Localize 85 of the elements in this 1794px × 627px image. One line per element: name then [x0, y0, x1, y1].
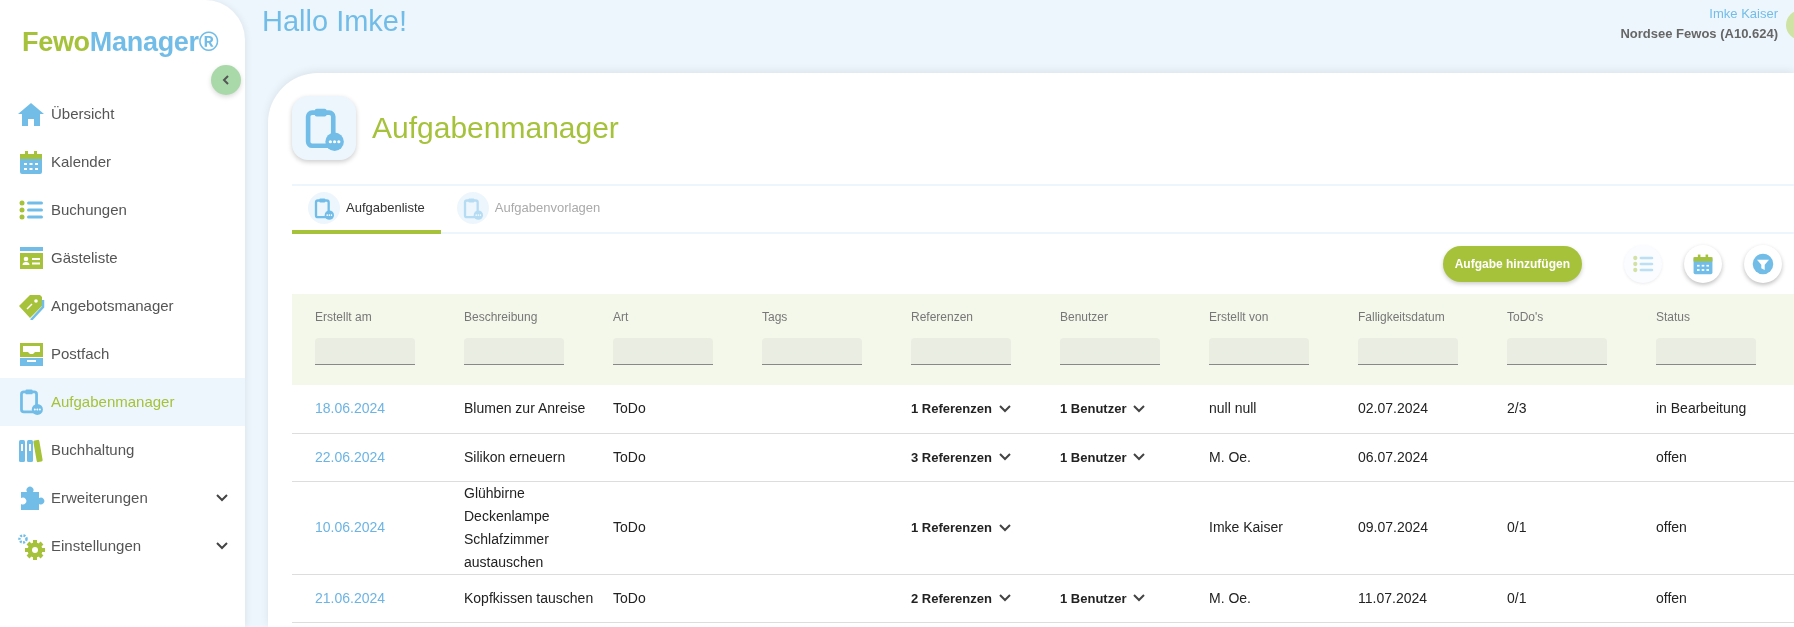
sidebar-item[interactable]: Angebotsmanager	[0, 282, 245, 330]
column-header: Falligkeitsdatum	[1358, 309, 1446, 326]
sidebar-item[interactable]: Buchungen	[0, 186, 245, 234]
greeting: Hallo Imke!	[262, 4, 408, 39]
table-cell: null null	[1209, 400, 1257, 417]
table-cell: 11.07.2024	[1358, 589, 1428, 606]
table-cell: 09.07.2024	[1358, 519, 1429, 535]
filter-field[interactable]	[464, 338, 564, 365]
references-dropdown[interactable]: 3 Referenzen	[911, 445, 1012, 469]
filter-field[interactable]	[911, 338, 1011, 365]
table-cell: Imke Kaiser	[1209, 519, 1283, 535]
references-dropdown[interactable]: 1 Referenzen	[911, 516, 1012, 539]
column-header: Benutzer	[1060, 309, 1110, 326]
collapse-button[interactable]	[211, 65, 241, 95]
calendar-view-button[interactable]	[1684, 245, 1722, 283]
references-dropdown[interactable]: 2 Referenzen	[911, 586, 1012, 610]
filter-field[interactable]	[1060, 338, 1160, 365]
sidebar-item[interactable]: Postfach	[0, 330, 245, 378]
status-text: offen	[1656, 519, 1687, 535]
table-cell: M. Oe.	[1209, 589, 1251, 606]
column-header: Art	[613, 309, 630, 326]
status-text: offen	[1656, 589, 1687, 606]
chevron-icon	[1132, 403, 1147, 414]
status-text: offen	[1656, 448, 1687, 465]
sidebar-item[interactable]: Übersicht	[0, 90, 245, 138]
chevron-icon	[997, 452, 1012, 462]
filter-field[interactable]	[1358, 338, 1458, 365]
table-cell: ToDo	[613, 519, 646, 535]
sidebar-item[interactable]: Gästeliste	[0, 234, 245, 282]
description-text: Kopfkissen tauschen	[464, 589, 594, 606]
filter-view-button[interactable]	[1744, 245, 1782, 283]
filter-field[interactable]	[613, 338, 713, 365]
chevron-icon	[997, 593, 1012, 603]
clipboard-icon	[314, 196, 334, 220]
table-cell: ToDo	[613, 400, 646, 417]
house-icon	[16, 100, 46, 128]
table-cell: M. Oe.	[1209, 448, 1251, 465]
filter-field[interactable]	[315, 338, 415, 365]
table-cell: 06.07.2024	[1358, 448, 1429, 465]
table-cell: ToDo	[613, 589, 646, 606]
chevron-icon	[997, 403, 1012, 414]
clipboard-icon	[19, 388, 43, 415]
users-dropdown[interactable]: 1 Benutzer	[1060, 445, 1147, 469]
chevron-icon	[215, 541, 229, 551]
sidebar-item[interactable]: Einstellungen	[0, 522, 245, 570]
account-name: Nordsee Fewos (A10.624)	[1620, 25, 1778, 43]
filter-icon	[1750, 252, 1776, 276]
sidebar-item[interactable]: Buchhaltung	[0, 426, 245, 474]
filter-field[interactable]	[1507, 338, 1607, 365]
clipboard-icon	[292, 96, 356, 160]
chevron-left-icon	[221, 74, 231, 86]
column-header: Erstellt von	[1209, 309, 1270, 326]
column-header: Referenzen	[911, 309, 975, 326]
users-dropdown[interactable]: 1 Benutzer	[1060, 397, 1147, 421]
table-cell: 2/3	[1507, 400, 1527, 417]
chevron-icon	[215, 493, 229, 503]
logo: FewoManager®	[21, 26, 220, 59]
tab[interactable]: Aufgabenliste	[292, 186, 441, 234]
status-text: in Bearbeitung	[1656, 400, 1747, 417]
clipboard-icon	[462, 196, 483, 220]
column-header: Erstellt am	[315, 309, 373, 326]
column-header: Tags	[762, 309, 789, 326]
filter-field[interactable]	[1656, 338, 1756, 365]
filter-field[interactable]	[762, 338, 862, 365]
sidebar-item[interactable]: Kalender	[0, 138, 245, 186]
page-title: Aufgabenmanager	[372, 110, 619, 146]
sidebar-item[interactable]: Erweiterungen	[0, 474, 245, 522]
description-text: Silikon erneuern	[464, 448, 566, 465]
references-dropdown[interactable]: 1 Referenzen	[911, 397, 1012, 421]
gears-icon	[16, 532, 46, 560]
column-header: Status	[1656, 309, 1692, 326]
table-cell: 0/1	[1507, 589, 1527, 606]
table-cell: 02.07.2024	[1358, 400, 1429, 417]
column-header: Beschreibung	[464, 309, 539, 326]
table-cell: ToDo	[613, 448, 646, 465]
column-header: ToDo's	[1507, 309, 1545, 326]
chevron-icon	[1132, 452, 1147, 462]
tag-icon	[16, 292, 46, 320]
filter-field[interactable]	[1209, 338, 1309, 365]
description-text: Blumen zur Anreise	[464, 400, 586, 417]
description-text: Glühbirne Deckenlampe Schlafzimmer austauschen	[464, 484, 550, 570]
chevron-icon	[997, 522, 1012, 533]
chevron-icon	[1132, 593, 1147, 603]
users-dropdown[interactable]: 1 Benutzer	[1060, 586, 1147, 610]
table-cell: 0/1	[1507, 519, 1527, 535]
